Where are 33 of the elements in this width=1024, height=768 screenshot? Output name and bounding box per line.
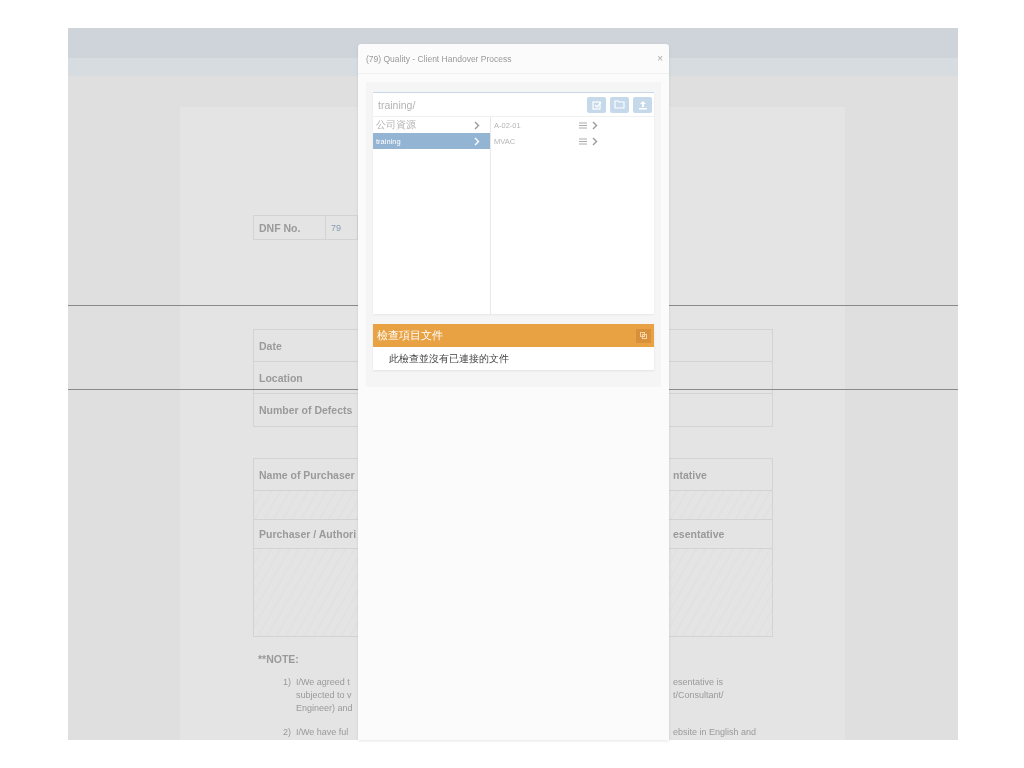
list-number: 2) — [282, 726, 291, 739]
upload-icon — [637, 99, 648, 110]
dialog-title: (79) Quality - Client Handover Process — [366, 53, 512, 64]
select-button[interactable] — [587, 96, 606, 113]
upload-button[interactable] — [633, 96, 652, 113]
dnf-label: DNF No. — [254, 216, 326, 239]
table-cell: Location — [259, 371, 303, 384]
table-cell: ntative — [673, 468, 707, 481]
table-cell: Date — [259, 339, 282, 352]
table-cell: Number of Defects — [259, 404, 353, 416]
note-text: ebsite in English and — [673, 726, 757, 739]
note-text: subjected to v — [296, 689, 353, 702]
folder-item[interactable]: 公司資源 — [373, 117, 490, 133]
table-cell: Purchaser / Authori — [259, 528, 357, 540]
path-field[interactable]: training/ — [378, 98, 583, 111]
table-cell: esentative — [673, 528, 725, 540]
checkbox-icon — [591, 99, 602, 110]
folder-icon — [614, 100, 625, 109]
note-text: I/We have ful — [296, 726, 350, 739]
list-icon — [579, 121, 587, 129]
note-text: I/We agreed t — [296, 676, 351, 689]
table-cell: Name of Purchaser — [259, 468, 355, 481]
section-title: 檢查項目文件 — [377, 328, 443, 343]
dnf-value: 79 — [330, 221, 341, 235]
note-heading: **NOTE: — [257, 653, 300, 665]
close-button[interactable]: × — [657, 53, 663, 64]
note-text: esentative is — [673, 676, 724, 689]
new-folder-button[interactable] — [610, 96, 629, 113]
note-text: Engineer) and — [296, 702, 354, 715]
empty-message: 此檢查並沒有已連接的文件 — [389, 351, 509, 366]
list-number: 1) — [282, 676, 291, 689]
note-text: t/Consultant/ — [673, 689, 724, 702]
list-icon — [579, 137, 587, 145]
